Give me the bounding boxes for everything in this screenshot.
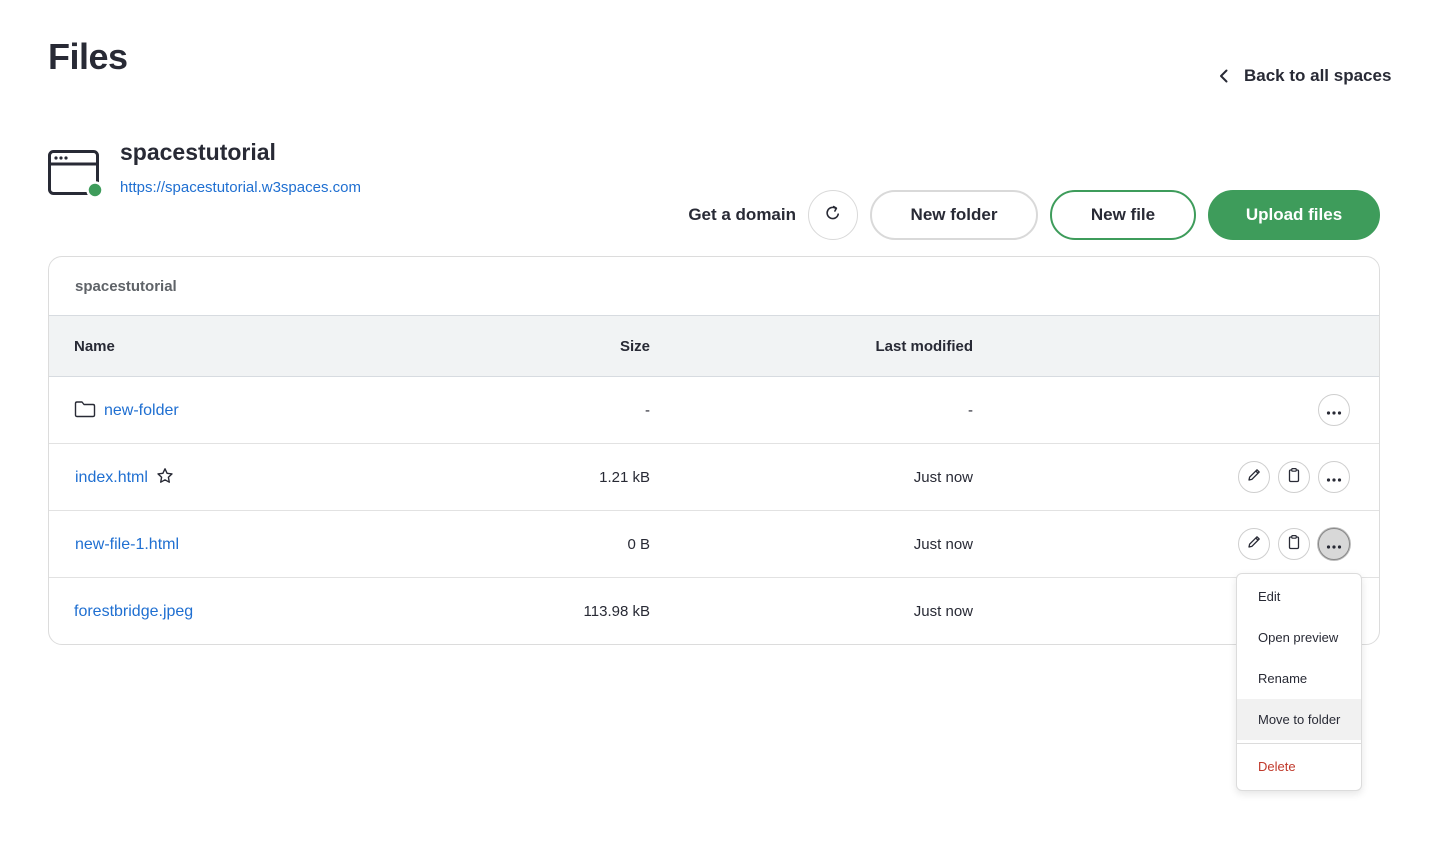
back-to-all-spaces-link[interactable]: Back to all spaces (1216, 64, 1391, 88)
space-url-link[interactable]: https://spacestutorial.w3spaces.com (120, 179, 361, 196)
clipboard-icon (1286, 467, 1302, 487)
refresh-icon (824, 204, 842, 227)
menu-item-edit[interactable]: Edit (1237, 576, 1361, 617)
space-name: spacestutorial (120, 139, 276, 165)
menu-item-delete[interactable]: Delete (1237, 746, 1361, 787)
more-horizontal-icon (1326, 536, 1342, 553)
pencil-icon (1246, 467, 1262, 487)
file-size: 0 B (627, 536, 650, 553)
more-options-button[interactable] (1318, 461, 1350, 493)
more-horizontal-icon (1326, 402, 1342, 419)
table-row: new-file-1.html 0 B Just now (49, 511, 1379, 578)
copy-button[interactable] (1278, 461, 1310, 493)
upload-files-button[interactable]: Upload files (1208, 190, 1380, 240)
menu-item-rename[interactable]: Rename (1237, 658, 1361, 699)
back-link-label: Back to all spaces (1244, 66, 1392, 85)
new-file-button[interactable]: New file (1050, 190, 1196, 240)
column-header-name[interactable]: Name (74, 338, 115, 355)
menu-item-open-preview[interactable]: Open preview (1237, 617, 1361, 658)
table-row: forestbridge.jpeg 113.98 kB Just now (49, 578, 1379, 644)
table-header: Name Size Last modified (49, 316, 1379, 377)
refresh-button[interactable] (808, 190, 858, 240)
file-size: - (645, 402, 650, 419)
pencil-icon (1246, 534, 1262, 554)
folder-icon (74, 400, 96, 422)
edit-button[interactable] (1238, 461, 1270, 493)
edit-button[interactable] (1238, 528, 1270, 560)
page-title: Files (48, 36, 128, 77)
table-row: index.html 1.21 kB Just now (49, 444, 1379, 511)
star-icon[interactable] (156, 467, 174, 489)
file-name-link[interactable]: new-file-1.html (75, 536, 179, 554)
files-table: spacestutorial Name Size Last modified n… (48, 256, 1380, 645)
file-size: 1.21 kB (599, 469, 650, 486)
menu-item-move-to-folder[interactable]: Move to folder (1237, 699, 1361, 740)
more-horizontal-icon (1326, 469, 1342, 486)
table-row: new-folder - - (49, 377, 1379, 444)
column-header-size[interactable]: Size (620, 338, 650, 355)
file-modified: Just now (913, 603, 973, 620)
file-name-link[interactable]: forestbridge.jpeg (74, 603, 193, 621)
more-options-button[interactable] (1318, 394, 1350, 426)
breadcrumb: spacestutorial (49, 257, 1379, 316)
toolbar: Get a domain New folder New file Upload … (688, 190, 1380, 240)
chevron-left-icon (1216, 68, 1232, 84)
browser-window-icon (48, 150, 104, 199)
clipboard-icon (1286, 534, 1302, 554)
copy-button[interactable] (1278, 528, 1310, 560)
file-size: 113.98 kB (583, 603, 650, 620)
file-name-link[interactable]: index.html (75, 469, 148, 487)
file-modified: - (968, 402, 973, 419)
new-folder-button[interactable]: New folder (870, 190, 1038, 240)
menu-divider (1237, 743, 1361, 744)
context-menu: Edit Open preview Rename Move to folder … (1236, 573, 1362, 791)
get-domain-link[interactable]: Get a domain (688, 205, 796, 225)
more-options-button[interactable] (1318, 528, 1350, 560)
file-modified: Just now (913, 469, 973, 486)
file-modified: Just now (913, 536, 973, 553)
file-name-link[interactable]: new-folder (104, 402, 179, 420)
column-header-last-modified[interactable]: Last modified (875, 338, 973, 355)
